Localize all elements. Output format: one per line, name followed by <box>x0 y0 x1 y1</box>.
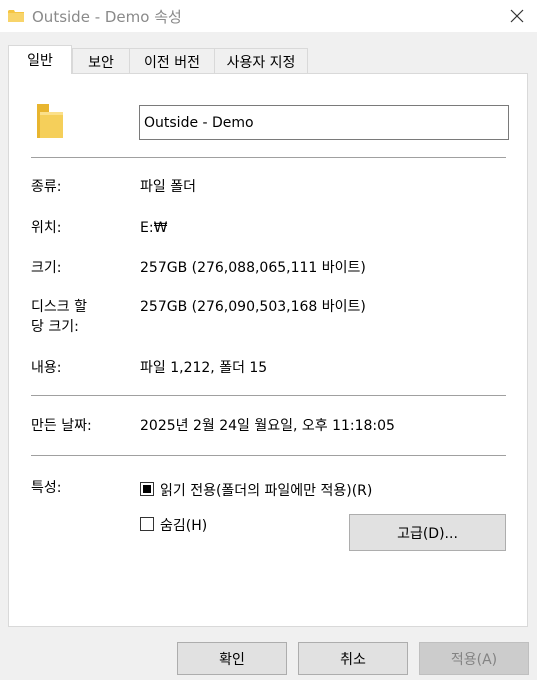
contains-label: 내용: <box>31 360 62 376</box>
readonly-checkbox[interactable] <box>140 482 154 496</box>
size-on-disk-label-line2: 당 크기: <box>31 319 79 335</box>
divider <box>31 157 506 158</box>
size-label: 크기: <box>31 260 62 276</box>
cancel-button[interactable]: 취소 <box>298 642 408 675</box>
indeterminate-mark <box>143 485 151 493</box>
created-label: 만든 날짜: <box>31 418 92 434</box>
ok-button[interactable]: 확인 <box>177 642 287 675</box>
size-on-disk-value: 257GB (276,090,503,168 바이트) <box>140 299 366 315</box>
folder-icon <box>37 104 63 138</box>
apply-button[interactable]: 적용(A) <box>419 642 529 675</box>
created-value: 2025년 2월 24일 월요일, 오후 11:18:05 <box>140 418 395 434</box>
divider <box>31 395 506 396</box>
contains-value: 파일 1,212, 폴더 15 <box>140 360 268 376</box>
tab-previous-versions[interactable]: 이전 버전 <box>129 48 215 74</box>
title-bar: Outside - Demo 속성 <box>0 0 537 32</box>
readonly-label[interactable]: 읽기 전용(폴더의 파일에만 적용)(R) <box>160 480 372 500</box>
location-label: 위치: <box>31 220 62 236</box>
type-value: 파일 폴더 <box>140 179 196 195</box>
size-on-disk-label-line1: 디스크 할 <box>31 299 87 315</box>
advanced-button[interactable]: 고급(D)... <box>349 514 506 551</box>
type-label: 종류: <box>31 179 62 195</box>
folder-icon <box>8 10 24 22</box>
close-icon <box>510 9 524 23</box>
close-button[interactable] <box>497 0 537 32</box>
divider <box>31 455 506 456</box>
window-title: Outside - Demo 속성 <box>32 8 182 26</box>
hidden-label[interactable]: 숨김(H) <box>160 515 207 535</box>
tab-customize[interactable]: 사용자 지정 <box>214 48 308 74</box>
hidden-checkbox[interactable] <box>140 517 154 531</box>
tab-security[interactable]: 보안 <box>72 48 130 74</box>
tab-general[interactable]: 일반 <box>8 45 72 74</box>
properties-dialog: Outside - Demo 속성 일반 보안 이전 버전 사용자 지정 종류:… <box>0 0 537 680</box>
location-value: E:₩ <box>140 220 168 236</box>
folder-name-field[interactable] <box>139 105 509 140</box>
general-panel: 종류: 파일 폴더 위치: E:₩ 크기: 257GB (276,088,065… <box>8 73 528 627</box>
attributes-label: 특성: <box>31 480 62 496</box>
size-value: 257GB (276,088,065,111 바이트) <box>140 260 366 276</box>
